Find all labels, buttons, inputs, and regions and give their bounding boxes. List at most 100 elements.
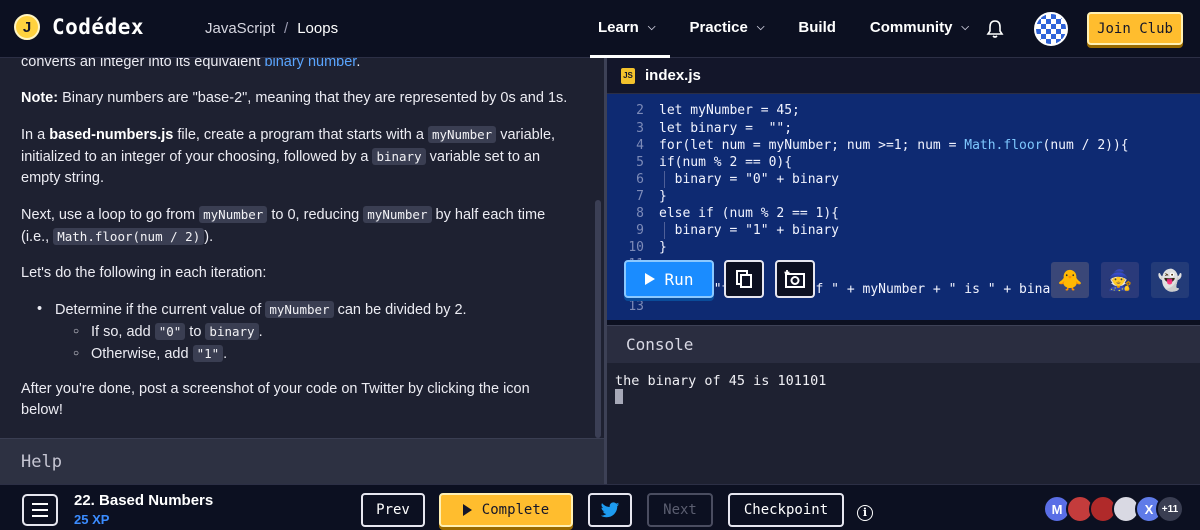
indent-guide (664, 222, 665, 239)
camera-plus-icon (784, 270, 805, 288)
nav-community[interactable]: Community ⌵ (870, 19, 969, 36)
code-line: 4 for(let num = myNumber; num >=1; num = … (607, 137, 1200, 154)
complete-button[interactable]: Complete (439, 493, 573, 527)
more-classmates-badge[interactable]: +11 (1156, 495, 1184, 523)
twitter-icon (600, 501, 620, 517)
lesson-title: 22. Based Numbers (74, 492, 214, 509)
lesson-paragraph-5: After you're done, post a screenshot of … (21, 381, 530, 418)
editor-filename-tab[interactable]: index.js (645, 67, 701, 84)
run-button[interactable]: Run (624, 260, 714, 298)
code-text: } (659, 189, 667, 204)
code-line: 10} (607, 239, 1200, 256)
play-icon (462, 504, 472, 516)
javascript-file-icon: JS (621, 68, 635, 84)
line-number: 2 (636, 103, 644, 118)
code-text: let binary = ""; (659, 121, 793, 136)
nav-community-label: Community (869, 19, 953, 36)
line-number: 5 (636, 155, 644, 170)
lesson-menu-button[interactable] (22, 494, 58, 526)
console-output-line: the binary of 45 is 101101 (615, 373, 827, 389)
line-number: 9 (636, 223, 644, 238)
checkpoint-button[interactable]: Checkpoint (728, 493, 844, 527)
codedex-logo-icon: J (14, 14, 40, 40)
info-icon[interactable]: i (857, 505, 873, 521)
run-label: Run (664, 269, 694, 289)
logo-text: Codédex (52, 15, 145, 39)
lesson-intro-fragment: converts an integer into its equivalent … (21, 58, 569, 73)
complete-label: Complete (481, 502, 550, 518)
chevron-down-icon: ⌵ (647, 22, 656, 33)
list-item: Determine if the current value of myNumb… (37, 299, 569, 365)
xp-badge: 25 XP (74, 512, 110, 527)
code-text: binary = "0" + binary (659, 172, 840, 187)
pet-wizard-icon[interactable]: 🧙 (1101, 262, 1139, 298)
console-header: Console (607, 325, 1200, 363)
code-text: else if (num % 2 == 1){ (659, 206, 840, 221)
help-label: Help (21, 452, 62, 472)
format-code-button[interactable] (724, 260, 764, 298)
prev-button[interactable]: Prev (361, 493, 425, 527)
line-number: 8 (636, 206, 644, 221)
code-text: if(num % 2 == 0){ (659, 155, 793, 170)
nav-build[interactable]: Build (798, 19, 836, 36)
editor-tab-bar: JS index.js (607, 58, 1200, 94)
list-item: If so, add "0" to binary. (73, 321, 569, 343)
line-number: 4 (636, 138, 644, 153)
instruction-list: Determine if the current value of myNumb… (37, 299, 569, 365)
lesson-scrollbar[interactable] (593, 58, 604, 438)
scrollbar-thumb[interactable] (595, 200, 601, 438)
pet-duck-icon[interactable]: 🐥 (1051, 262, 1089, 298)
code-line: 6 binary = "0" + binary (607, 171, 1200, 188)
lesson-paragraph-4: Let's do the following in each iteration… (21, 265, 267, 281)
binary-number-link[interactable]: binary number (264, 58, 356, 70)
breadcrumb: JavaScript / Loops (205, 20, 338, 37)
bell-icon[interactable] (986, 19, 1004, 39)
lesson-content: converts an integer into its equivalent … (21, 58, 569, 436)
code-line: 9 binary = "1" + binary (607, 222, 1200, 239)
line-number: 13 (628, 299, 644, 314)
code-text: ...("th ary of " + myNumber + " is " + b… (659, 282, 1074, 297)
code-text: binary = "1" + binary (659, 223, 840, 238)
console-title: Console (626, 335, 694, 354)
menu-icon (32, 503, 48, 505)
code-line: 3 let binary = ""; (607, 120, 1200, 137)
code-line: 8 else if (num % 2 == 1){ (607, 205, 1200, 222)
nav-learn-label: Learn (598, 19, 639, 36)
top-navbar: J Codédex JavaScript / Loops Learn ⌵ Practi… (0, 0, 1200, 58)
pet-ghost-icon[interactable]: 👻 (1151, 262, 1189, 298)
chevron-down-icon: ⌵ (961, 22, 970, 33)
nav-practice[interactable]: Practice ⌵ (689, 19, 764, 36)
main-nav: Learn ⌵ Practice ⌵ Build Community ⌵ (598, 19, 1003, 36)
breadcrumb-chapter[interactable]: Loops (297, 20, 338, 37)
breadcrumb-course[interactable]: JavaScript (205, 20, 275, 37)
lesson-paragraph-2: In a based-numbers.js file, create a pro… (21, 126, 556, 186)
nav-build-label: Build (798, 19, 836, 36)
code-text: let myNumber = 45; (659, 103, 800, 118)
chevron-down-icon: ⌵ (756, 22, 765, 33)
code-line: 13 (607, 298, 1200, 315)
code-line: 5 if(num % 2 == 0){ (607, 154, 1200, 171)
screenshot-button[interactable] (775, 260, 815, 298)
help-section[interactable]: Help (0, 438, 604, 484)
play-icon (644, 273, 655, 285)
code-line: 7} (607, 188, 1200, 205)
twitter-share-button[interactable] (588, 493, 632, 527)
lesson-note: Note: Binary numbers are "base-2", meani… (21, 90, 568, 106)
console-cursor (615, 389, 623, 404)
line-number: 7 (636, 189, 644, 204)
nav-practice-label: Practice (689, 19, 748, 36)
logo[interactable]: J Codédex (14, 14, 144, 40)
indent-guide (664, 171, 665, 188)
line-number: 10 (628, 240, 644, 255)
copy-icon (736, 270, 752, 288)
user-avatar[interactable] (1034, 12, 1068, 46)
breadcrumb-separator: / (284, 20, 289, 37)
code-text: } (659, 240, 667, 255)
line-number: 6 (636, 172, 644, 187)
lesson-paragraph-3: Next, use a loop to go from myNumber to … (21, 206, 546, 245)
console-output[interactable]: the binary of 45 is 101101 (607, 363, 1200, 484)
line-number: 3 (636, 121, 644, 136)
nav-learn[interactable]: Learn ⌵ (598, 19, 655, 36)
join-club-button[interactable]: Join Club (1087, 12, 1183, 45)
next-button[interactable]: Next (647, 493, 713, 527)
